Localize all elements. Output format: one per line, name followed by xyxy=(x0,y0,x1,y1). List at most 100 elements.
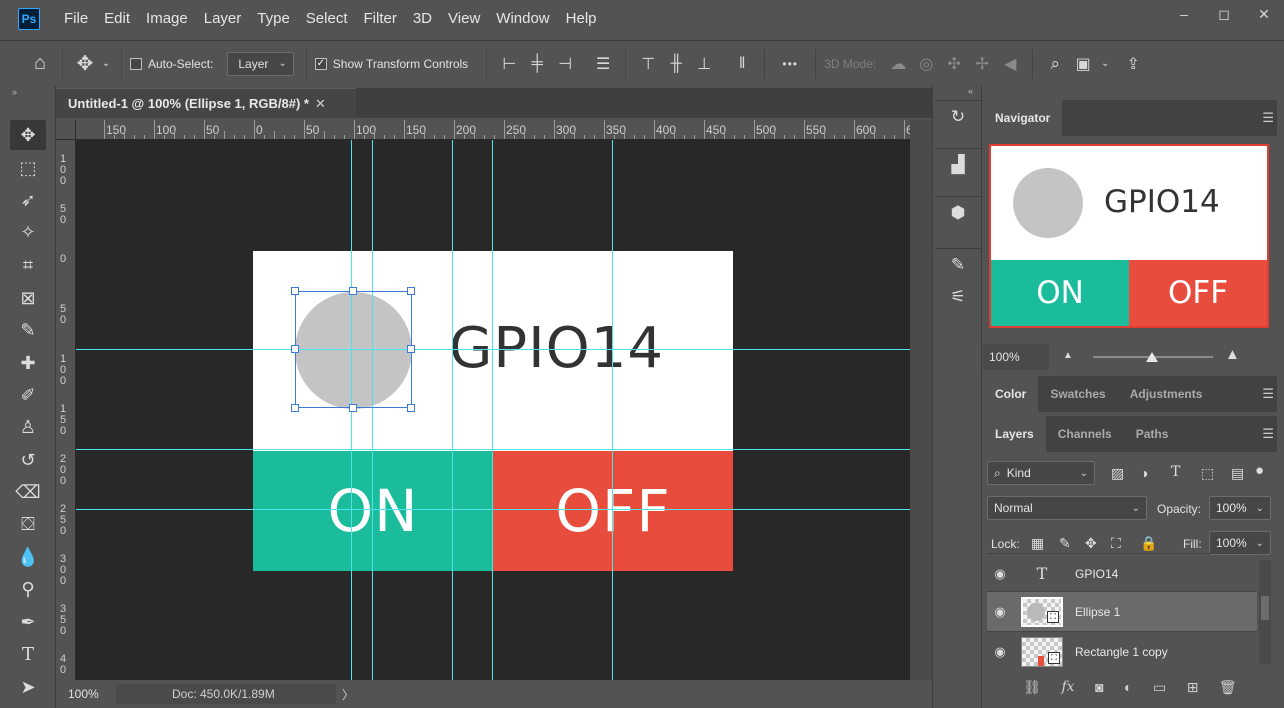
filter-pixel-icon[interactable]: ▨ xyxy=(1111,465,1124,482)
3d-panel-icon[interactable]: ⬢ xyxy=(935,197,981,229)
navigator-zoom-slider-thumb[interactable] xyxy=(1146,352,1158,362)
add-mask-icon[interactable]: ◙ xyxy=(1095,679,1103,695)
menu-window[interactable]: Window xyxy=(488,0,557,38)
menu-image[interactable]: Image xyxy=(138,0,196,38)
canvas-scrollbar[interactable] xyxy=(910,120,932,680)
dodge-tool-icon[interactable]: ⚲ xyxy=(10,574,46,604)
guide-horizontal[interactable] xyxy=(76,449,910,450)
guide-horizontal[interactable] xyxy=(76,349,910,350)
layers-menu-icon[interactable]: ☰ xyxy=(1262,426,1274,442)
3d-pan-icon[interactable]: ✣ xyxy=(940,50,968,78)
transform-handle[interactable] xyxy=(349,287,357,295)
tab-adjustments[interactable]: Adjustments xyxy=(1118,376,1215,412)
tab-color[interactable]: Color xyxy=(983,376,1039,412)
guide-vertical[interactable] xyxy=(492,140,493,680)
search-icon[interactable]: ⌕ xyxy=(1041,50,1069,78)
transform-handle[interactable] xyxy=(349,404,357,412)
menu-select[interactable]: Select xyxy=(298,0,356,38)
transform-handle[interactable] xyxy=(407,287,415,295)
guide-vertical[interactable] xyxy=(612,140,613,680)
properties-panel-icon[interactable]: ⚟ xyxy=(935,281,981,313)
layers-scrollbar-thumb[interactable] xyxy=(1261,596,1269,620)
guide-vertical[interactable] xyxy=(452,140,453,680)
transform-bounding-box[interactable] xyxy=(295,291,412,408)
distribute-vertical-icon[interactable]: ☰ xyxy=(589,50,617,78)
horizontal-ruler[interactable]: 150 100 50 0 50 100 150 200 250 300 350 400 450 500 55… xyxy=(56,120,910,140)
menu-type[interactable]: Type xyxy=(249,0,298,38)
align-horizontal-center-icon[interactable]: ╪ xyxy=(523,50,551,78)
lock-position-icon[interactable]: ✥ xyxy=(1085,535,1097,552)
stamp-tool-icon[interactable]: ♙ xyxy=(10,412,46,442)
tab-navigator[interactable]: Navigator xyxy=(983,100,1063,136)
adjustment-layer-icon[interactable]: ◐ xyxy=(1124,679,1132,695)
menu-layer[interactable]: Layer xyxy=(196,0,250,38)
restore-button[interactable]: ◻ xyxy=(1204,0,1244,28)
new-layer-icon[interactable]: ⊞ xyxy=(1187,679,1199,696)
align-vertical-center-icon[interactable]: ╫ xyxy=(662,50,690,78)
tab-channels[interactable]: Channels xyxy=(1046,416,1124,452)
opacity-field[interactable]: 100% ⌄ xyxy=(1209,496,1271,520)
tab-paths[interactable]: Paths xyxy=(1124,416,1181,452)
zoom-level[interactable]: 100% xyxy=(56,687,116,701)
transform-handle[interactable] xyxy=(407,345,415,353)
workspace-icon[interactable]: ▣ xyxy=(1069,50,1097,78)
menu-help[interactable]: Help xyxy=(558,0,605,38)
menu-file[interactable]: File xyxy=(56,0,96,38)
eyedropper-tool-icon[interactable]: ✎ xyxy=(10,315,46,345)
align-top-icon[interactable]: ⊤ xyxy=(634,50,662,78)
visibility-eye-icon[interactable]: ◉ xyxy=(987,644,1013,660)
navigator-zoom-input[interactable]: 100% xyxy=(983,344,1049,370)
transform-handle[interactable] xyxy=(291,287,299,295)
minimize-button[interactable]: ‒ xyxy=(1164,0,1204,28)
blur-tool-icon[interactable]: 💧 xyxy=(10,542,46,572)
zoom-out-icon[interactable]: ▲ xyxy=(1063,350,1073,361)
type-tool-icon[interactable]: T xyxy=(10,639,46,669)
3d-roll-icon[interactable]: ◎ xyxy=(912,50,940,78)
filter-toggle-icon[interactable]: ● xyxy=(1255,462,1264,479)
3d-scale-icon[interactable]: ◀ xyxy=(996,50,1024,78)
lock-transparent-icon[interactable]: ▦ xyxy=(1031,535,1044,552)
menu-edit[interactable]: Edit xyxy=(96,0,138,38)
lock-image-icon[interactable]: ✎ xyxy=(1059,535,1071,552)
auto-select-checkbox[interactable] xyxy=(130,57,142,70)
tab-layers[interactable]: Layers xyxy=(983,416,1046,452)
paint-bucket-tool-icon[interactable]: ⛋ xyxy=(10,509,46,539)
frame-tool-icon[interactable]: ⊠ xyxy=(10,283,46,313)
collapse-toolbar-icon[interactable]: » xyxy=(0,86,55,100)
crop-tool-icon[interactable]: ⌗ xyxy=(10,250,46,280)
show-transform-checkbox[interactable]: ✓ xyxy=(314,57,327,70)
brushes-panel-icon[interactable]: ✎ xyxy=(935,249,981,281)
canvas-area[interactable]: GPIO14 ON OFF xyxy=(76,140,910,680)
layer-row[interactable]: ◉ ⛶ Rectangle 1 copy xyxy=(987,631,1257,671)
filter-smart-object-icon[interactable]: ▤ xyxy=(1231,465,1244,482)
delete-layer-icon[interactable]: 🗑 xyxy=(1219,679,1237,696)
menu-3d[interactable]: 3D xyxy=(405,0,440,38)
navigator-preview[interactable]: GPIO14 ON OFF xyxy=(989,144,1269,328)
lock-artboard-icon[interactable]: ⛶ xyxy=(1111,535,1121,552)
layers-scrollbar[interactable] xyxy=(1259,560,1271,664)
lasso-tool-icon[interactable]: ➶ xyxy=(10,185,46,215)
align-bottom-icon[interactable]: ⊥ xyxy=(690,50,718,78)
tab-swatches[interactable]: Swatches xyxy=(1038,376,1117,412)
move-tool-preset-icon[interactable]: ✥ xyxy=(71,50,99,78)
document-tab[interactable]: Untitled-1 @ 100% (Ellipse 1, RGB/8#) * … xyxy=(56,88,356,118)
navigator-menu-icon[interactable]: ☰ xyxy=(1262,110,1274,126)
3d-slide-icon[interactable]: ✢ xyxy=(968,50,996,78)
zoom-in-icon[interactable]: ▲ xyxy=(1225,346,1240,363)
transform-handle[interactable] xyxy=(291,345,299,353)
healing-brush-tool-icon[interactable]: ✚ xyxy=(10,348,46,378)
layer-style-icon[interactable]: fx xyxy=(1062,679,1075,695)
layer-filter-dropdown[interactable]: ⌕ Kind ⌄ xyxy=(987,461,1095,485)
lock-all-icon[interactable]: 🔒 xyxy=(1140,535,1157,552)
pen-tool-icon[interactable]: ✒ xyxy=(10,607,46,637)
link-layers-icon[interactable]: ⛓ xyxy=(1023,679,1041,696)
magic-wand-tool-icon[interactable]: ✧ xyxy=(10,217,46,247)
brush-tool-icon[interactable]: ✐ xyxy=(10,380,46,410)
align-left-icon[interactable]: ⊢ xyxy=(495,50,523,78)
more-options-icon[interactable]: ••• xyxy=(773,50,807,78)
distribute-horizontal-icon[interactable]: ‖ xyxy=(728,50,756,78)
path-selection-tool-icon[interactable]: ➤ xyxy=(10,672,46,702)
new-group-icon[interactable]: ▭ xyxy=(1153,679,1166,696)
history-brush-tool-icon[interactable]: ↺ xyxy=(10,445,46,475)
document-size[interactable]: Doc: 450.0K/1.89M xyxy=(116,684,336,704)
